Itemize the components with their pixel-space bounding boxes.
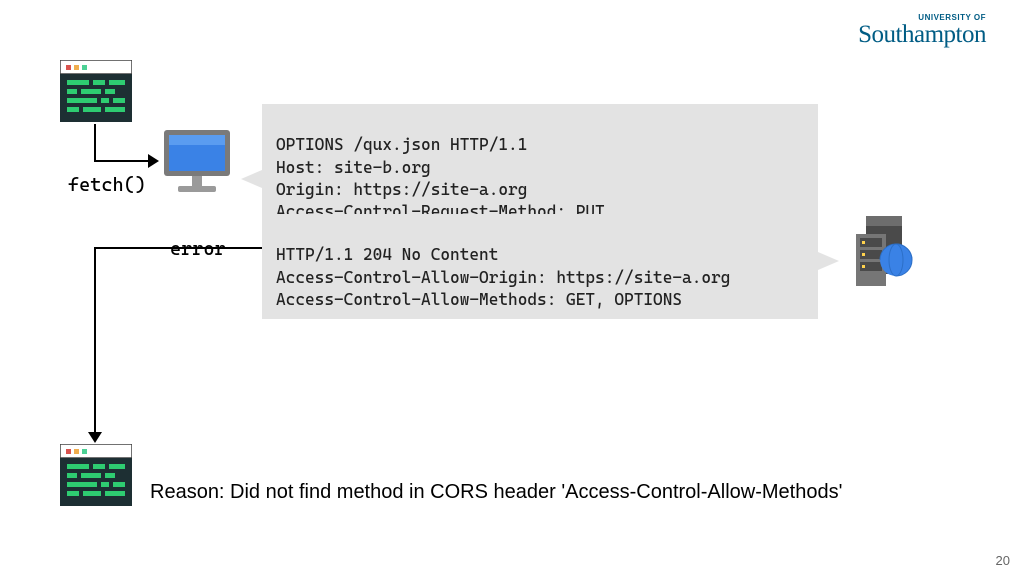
southampton-logo: UNIVERSITY OF Southampton	[858, 14, 986, 47]
speech-tail-icon	[818, 252, 839, 270]
page-number: 20	[996, 553, 1010, 568]
code-line: Host: site-b.org	[276, 158, 431, 177]
error-label: error	[170, 238, 226, 260]
code-line: Access-Control-Allow-Methods: GET, OPTIO…	[276, 290, 682, 309]
terminal-icon	[60, 444, 132, 506]
arrow-line	[94, 247, 262, 249]
code-line: Origin: https://site-a.org	[276, 180, 527, 199]
fetch-label: fetch()	[68, 174, 146, 196]
monitor-icon	[162, 128, 232, 198]
server-icon	[856, 216, 920, 288]
response-headers-box: HTTP/1.1 204 No Content Access-Control-A…	[262, 214, 818, 319]
arrow-head-icon	[88, 432, 102, 443]
arrow-line	[94, 247, 96, 433]
terminal-icon	[60, 60, 132, 122]
arrow-head-icon	[148, 154, 159, 168]
request-headers-box: OPTIONS /qux.json HTTP/1.1 Host: site-b.…	[262, 104, 818, 231]
code-line: HTTP/1.1 204 No Content	[276, 245, 498, 264]
arrow-line	[94, 160, 148, 162]
logo-name: Southampton	[858, 22, 986, 47]
code-line: OPTIONS /qux.json HTTP/1.1	[276, 135, 527, 154]
code-line: Access-Control-Allow-Origin: https://sit…	[276, 268, 730, 287]
speech-tail-icon	[241, 170, 262, 188]
reason-text: Reason: Did not find method in CORS head…	[150, 481, 842, 504]
arrow-line	[94, 124, 96, 162]
